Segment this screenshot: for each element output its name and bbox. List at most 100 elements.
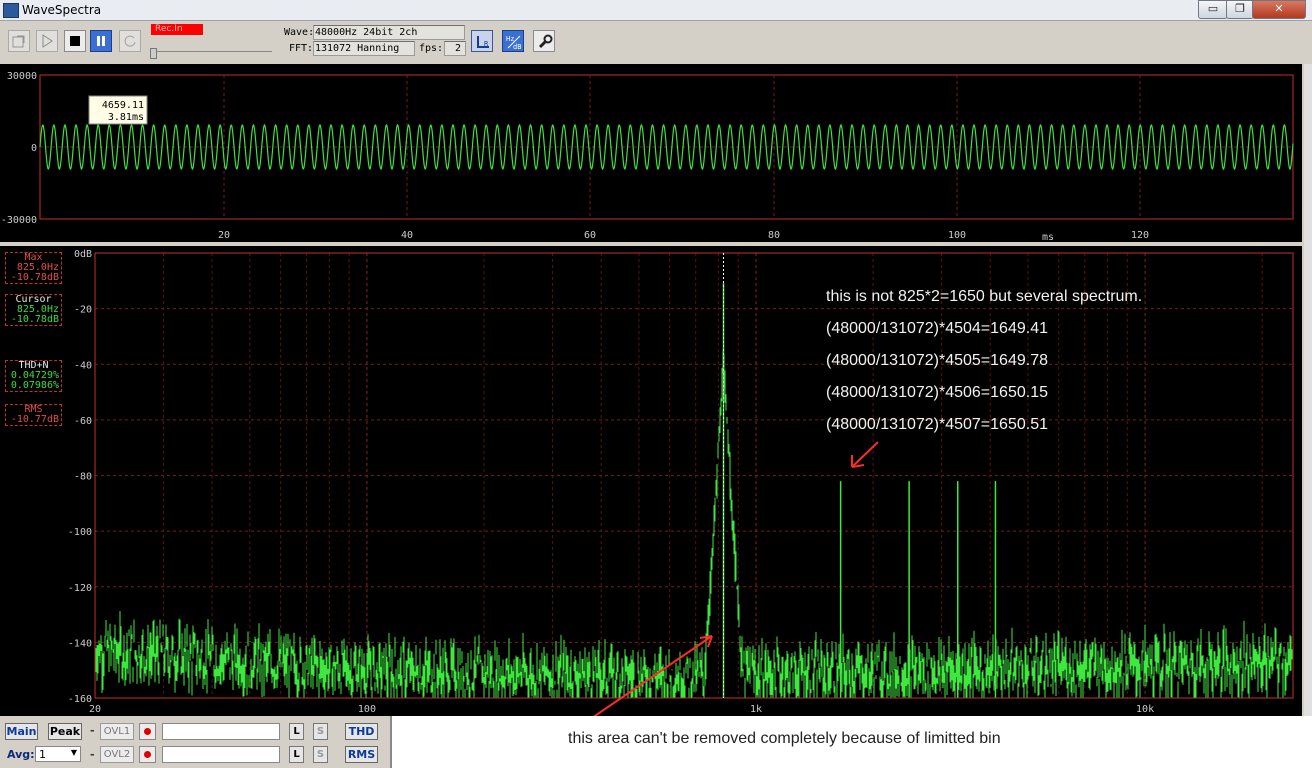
title-bar: WaveSpectra ▭ ❐ ✕ (0, 0, 1312, 21)
avg-label: Avg: (7, 748, 35, 761)
ovl2-left-button[interactable]: L (289, 746, 304, 763)
spec-xtick-label: 20 (89, 704, 101, 715)
spec-ytick-label: -140 (68, 638, 92, 649)
waveform-trace (39, 123, 1294, 171)
bottom-annotation-area: this area can't be removed completely be… (390, 716, 1312, 768)
waveform-plot[interactable]: 30000 0 -30000 20 40 60 80 100 120 ms 46… (0, 64, 1302, 243)
hz-db-icon: HzdB (506, 35, 521, 50)
thd-readout: THD+N 0.04729% 0.07986% (5, 360, 62, 392)
thd-value-2: 0.07986% (10, 380, 59, 391)
wave-format-value: 48000Hz 24bit 2ch (315, 27, 418, 38)
wave-ytick-bottom: -30000 (1, 215, 37, 226)
dash-separator: - (90, 748, 95, 761)
wave-ytick-top: 30000 (7, 71, 37, 82)
ovl2-button[interactable]: OVL2 (100, 746, 134, 763)
ovl2-stereo-button[interactable]: S (313, 746, 328, 763)
stop-button[interactable] (64, 30, 86, 52)
annotation-line-2: (48000/131072)*4504=1649.41 (826, 320, 1048, 337)
fft-label: FFT: (289, 43, 314, 54)
wave-xtick: 120 (1131, 230, 1149, 241)
toolbar: Rec.In Wave: 48000Hz 24bit 2ch FFT: 1310… (0, 21, 1312, 61)
thd-button[interactable]: THD (345, 723, 378, 740)
main-button[interactable]: Main (5, 723, 38, 740)
fps-label: fps: (419, 43, 444, 54)
lr-channel-icon: R (477, 36, 489, 48)
slider-thumb[interactable] (150, 48, 157, 59)
waveform-panel[interactable]: 30000 0 -30000 20 40 60 80 100 120 ms 46… (0, 64, 1302, 243)
ovl1-stereo-button[interactable]: S (313, 723, 328, 740)
avg-select[interactable]: 1 ▼ (35, 746, 81, 762)
spec-ytick-label: -20 (74, 305, 92, 316)
spectrum-panel[interactable]: 0dB -20 -40 -60 -80 -100 -120 -140 -160 20 100 1k 1… (0, 246, 1302, 723)
peak-button[interactable]: Peak (48, 723, 82, 740)
settings-button[interactable] (533, 30, 555, 52)
close-button[interactable]: ✕ (1252, 0, 1306, 19)
open-file-button[interactable] (8, 30, 30, 52)
wave-xtick: 100 (948, 230, 966, 241)
open-file-icon (12, 35, 25, 48)
play-button[interactable] (36, 30, 58, 52)
chevron-down-icon: ▼ (70, 748, 77, 757)
wave-xtick: 40 (401, 230, 413, 241)
minimize-button[interactable]: ▭ (1198, 0, 1228, 19)
ovl2-name-field[interactable] (162, 746, 280, 763)
stop-icon (70, 36, 80, 46)
app-icon (3, 3, 19, 18)
pause-icon (97, 36, 105, 46)
ovl1-record-button[interactable] (139, 723, 156, 740)
spec-ytick-label: -120 (68, 583, 92, 594)
fps-field[interactable]: 2 (444, 41, 466, 56)
spectrum-peaks (722, 282, 997, 698)
restore-button[interactable]: ❐ (1226, 0, 1254, 19)
fps-value: 2 (455, 43, 462, 54)
ovl1-button[interactable]: OVL1 (100, 723, 134, 740)
svg-text:Hz: Hz (506, 35, 514, 43)
bottom-control-bar: Main Peak Avg: 1 ▼ - - OVL1 OVL2 L S L S… (0, 716, 1312, 768)
avg-value: 1 (39, 748, 46, 761)
spec-ytick-label: 0dB (74, 249, 92, 260)
annotation-arrow-harmonics (851, 441, 879, 468)
wave-xtick: 80 (768, 230, 780, 241)
ovl1-left-button[interactable]: L (289, 723, 304, 740)
tooltip-value: 4659.11 (102, 100, 144, 111)
spectrum-xticks: 20 100 1k 10k (89, 704, 1154, 715)
settings-wrench-icon (538, 34, 553, 49)
spec-ytick-label: -60 (74, 416, 92, 427)
wave-xtick: 60 (584, 230, 596, 241)
annotation-line-1: this is not 825*2=1650 but several spect… (826, 288, 1143, 305)
rms-readout: RMS -10.77dB (5, 404, 62, 426)
rms-value: -10.77dB (10, 414, 59, 425)
lr-channel-button[interactable]: R (471, 30, 493, 52)
wave-ytick-mid: 0 (31, 143, 37, 154)
wave-format-field: 48000Hz 24bit 2ch (313, 25, 465, 40)
hz-db-scale-button[interactable]: Hz dB (502, 30, 524, 52)
spectrum-yticks: 0dB-20-40-60-80-100-120-140-160 (68, 249, 92, 705)
annotation-line-5: (48000/131072)*4507=1650.51 (826, 416, 1048, 433)
fft-setting-value: 131072 Hanning (315, 43, 400, 54)
dash-separator: - (90, 724, 95, 737)
max-readout: Max 825.0Hz -10.78dB (5, 252, 62, 284)
play-icon (42, 34, 53, 48)
tooltip-time: 3.81ms (108, 112, 144, 123)
level-slider[interactable] (150, 43, 272, 59)
wave-label: Wave: (284, 27, 315, 38)
svg-text:dB: dB (513, 43, 521, 50)
spec-xtick-label: 100 (358, 704, 376, 715)
rms-button[interactable]: RMS (345, 746, 378, 763)
ovl2-record-button[interactable] (139, 746, 156, 763)
max-db: -10.78dB (10, 272, 59, 283)
cursor-db: -10.78dB (10, 314, 59, 325)
spec-ytick-label: -40 (74, 360, 92, 371)
pause-button[interactable] (90, 30, 112, 52)
cursor-readout: Cursor 825.0Hz -10.78dB (5, 294, 62, 326)
bottom-annotation-text: this area can't be removed completely be… (568, 730, 1001, 747)
fft-setting-field[interactable]: 131072 Hanning (313, 41, 415, 56)
spec-xtick-label: 10k (1136, 704, 1154, 715)
spectrum-plot[interactable]: 0dB-20-40-60-80-100-120-140-160 20 100 1k 1… (0, 246, 1302, 723)
window-title: WaveSpectra (22, 3, 102, 17)
right-scroll-strip[interactable] (1304, 64, 1312, 716)
loop-button[interactable] (119, 30, 141, 52)
ovl1-name-field[interactable] (162, 723, 280, 740)
rec-status-indicator: Rec.In (151, 24, 203, 35)
spectrum-grid (94, 253, 1293, 698)
